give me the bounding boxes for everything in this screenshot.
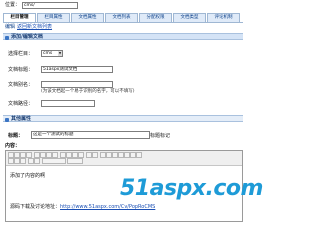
subtab-edit[interactable]: 编辑: [5, 24, 15, 30]
title-mark-note: 标题标记: [150, 133, 171, 139]
title-label: 标题：: [8, 133, 24, 139]
watermark-domain: .com: [205, 176, 264, 201]
chevron-down-icon: ▼: [58, 51, 62, 56]
tab-assign-perms[interactable]: 分配权限: [139, 13, 172, 22]
section-title: 添加/编辑文档: [11, 34, 43, 40]
path-label: 文档路径：: [8, 101, 34, 107]
tab-doc-list[interactable]: 文档列表: [105, 13, 138, 22]
size-select[interactable]: [67, 158, 83, 164]
content-line-1: 添加了内容的啊: [10, 173, 46, 179]
column-label: 选择栏目：: [8, 51, 34, 57]
tab-doc-props[interactable]: 文档属性: [71, 13, 104, 22]
bg-color-icon[interactable]: [34, 158, 40, 164]
column-select[interactable]: cms ▼: [41, 50, 63, 57]
doc-name-input[interactable]: 51aspx测试文档: [41, 66, 113, 73]
props-icon: [5, 117, 9, 122]
path-input[interactable]: [41, 100, 95, 107]
section-other-props: 其他属性: [3, 115, 243, 122]
redo-icon[interactable]: [92, 152, 98, 158]
tab-column-props[interactable]: 栏目属性: [37, 13, 70, 22]
doc-name-label: 文档标题：: [8, 67, 34, 73]
section2-title: 其他属性: [11, 116, 32, 122]
source-icon[interactable]: [136, 152, 142, 158]
watermark-logo: 51aspx.com: [120, 176, 263, 201]
location-field[interactable]: cms/: [22, 2, 78, 9]
tab-comment[interactable]: 评论机制: [207, 13, 240, 22]
tab-underline: [3, 22, 243, 23]
content-line-2: 源码下载及讨论地址：http://www.51aspx.com/Cv/PopRo…: [10, 204, 155, 210]
tab-column-manage[interactable]: 栏目管理: [3, 13, 36, 22]
edit-icon: [5, 35, 9, 40]
location-label: 位置：: [5, 2, 21, 8]
paste-icon[interactable]: [20, 158, 26, 164]
font-select[interactable]: [42, 158, 66, 164]
alias-note: (为该文档起一个易于识别的名字，可以不填写): [41, 89, 135, 94]
editor-toolbar: [6, 151, 242, 166]
doc-alias-label: 文档别名：: [8, 82, 34, 88]
column-select-value: cms: [43, 51, 53, 56]
back-to-list-link[interactable]: 返回新文档列表: [17, 24, 52, 30]
content-label: 内容：: [5, 143, 21, 149]
content-line-2-prefix: 源码下载及讨论地址：: [10, 204, 61, 210]
tab-doc-type[interactable]: 文档类型: [173, 13, 206, 22]
title-input[interactable]: 这是一个测试的标题: [31, 131, 150, 139]
section-add-edit-doc: 添加/编辑文档: [3, 33, 243, 40]
doc-alias-input[interactable]: [41, 81, 113, 88]
source-link[interactable]: http://www.51aspx.com/Cv/PopRoCMS: [60, 204, 155, 210]
